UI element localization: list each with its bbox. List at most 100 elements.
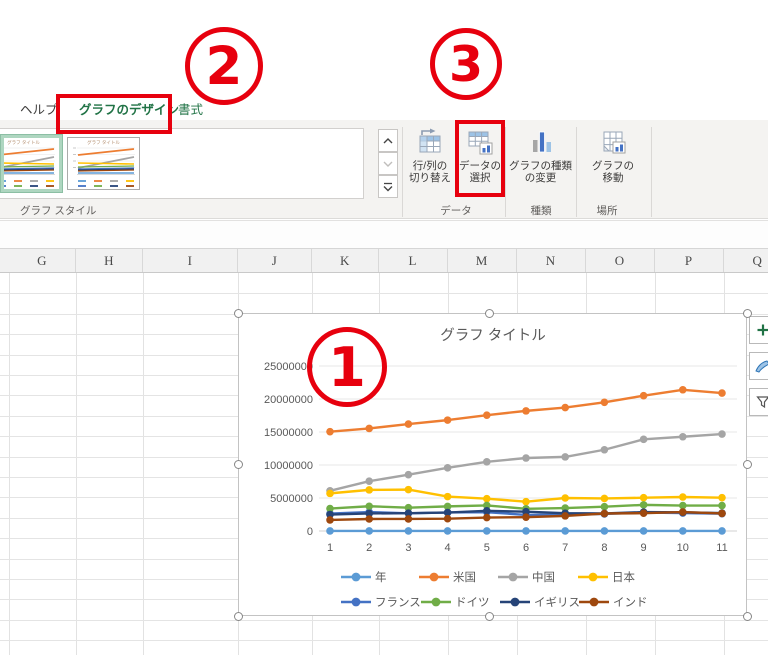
change-chart-type-button[interactable]: グラフの種類 の変更 bbox=[506, 125, 575, 201]
data-point-中国[interactable] bbox=[483, 458, 491, 466]
data-point-インド[interactable] bbox=[483, 514, 491, 522]
data-point-米国[interactable] bbox=[365, 425, 373, 433]
data-point-年[interactable] bbox=[522, 527, 530, 535]
legend-item-インド[interactable]: インド bbox=[579, 597, 648, 609]
chart-selection-handle[interactable] bbox=[234, 612, 243, 621]
data-point-米国[interactable] bbox=[483, 411, 491, 419]
data-point-中国[interactable] bbox=[522, 454, 530, 462]
data-point-インド[interactable] bbox=[640, 509, 648, 517]
data-point-米国[interactable] bbox=[326, 428, 334, 436]
data-point-中国[interactable] bbox=[365, 477, 373, 485]
data-point-年[interactable] bbox=[561, 527, 569, 535]
data-point-日本[interactable] bbox=[405, 486, 413, 494]
data-point-インド[interactable] bbox=[718, 510, 726, 518]
data-point-中国[interactable] bbox=[601, 446, 609, 454]
gallery-more-button[interactable] bbox=[378, 175, 398, 198]
data-point-年[interactable] bbox=[640, 527, 648, 535]
tab-help[interactable]: ヘルプ bbox=[20, 99, 58, 118]
data-point-インド[interactable] bbox=[601, 510, 609, 518]
data-point-インド[interactable] bbox=[522, 513, 530, 521]
tab-format[interactable]: 書式 bbox=[178, 99, 203, 118]
data-point-インド[interactable] bbox=[365, 515, 373, 523]
column-header-O[interactable]: O bbox=[586, 249, 655, 272]
chart-filters-button[interactable] bbox=[749, 388, 768, 416]
data-point-米国[interactable] bbox=[405, 420, 413, 428]
data-point-インド[interactable] bbox=[561, 512, 569, 520]
column-header-P[interactable]: P bbox=[655, 249, 724, 272]
data-point-年[interactable] bbox=[483, 527, 491, 535]
column-header-G[interactable]: G bbox=[9, 249, 76, 272]
chart-elements-button[interactable] bbox=[749, 316, 768, 344]
data-point-イギリス[interactable] bbox=[483, 507, 491, 515]
data-point-日本[interactable] bbox=[365, 486, 373, 494]
data-point-中国[interactable] bbox=[679, 433, 687, 441]
data-point-インド[interactable] bbox=[679, 508, 687, 516]
data-point-インド[interactable] bbox=[405, 515, 413, 523]
switch-row-column-button[interactable]: 行/列の 切り替え bbox=[404, 125, 456, 201]
column-header-L[interactable]: L bbox=[379, 249, 448, 272]
data-point-日本[interactable] bbox=[522, 498, 530, 506]
data-point-日本[interactable] bbox=[561, 494, 569, 502]
data-point-日本[interactable] bbox=[444, 493, 452, 501]
data-point-ドイツ[interactable] bbox=[601, 503, 609, 511]
legend-item-フランス[interactable]: フランス bbox=[341, 597, 421, 609]
column-header-Q[interactable]: Q bbox=[724, 249, 768, 272]
data-point-日本[interactable] bbox=[601, 495, 609, 503]
column-header-K[interactable]: K bbox=[312, 249, 379, 272]
column-header-M[interactable]: M bbox=[448, 249, 517, 272]
data-point-米国[interactable] bbox=[601, 399, 609, 407]
legend-item-日本[interactable]: 日本 bbox=[578, 570, 635, 584]
data-point-中国[interactable] bbox=[561, 453, 569, 461]
series-line-中国[interactable] bbox=[330, 434, 722, 491]
chart-selection-handle[interactable] bbox=[485, 612, 494, 621]
column-header-I[interactable]: I bbox=[143, 249, 238, 272]
data-point-中国[interactable] bbox=[640, 436, 648, 444]
data-point-年[interactable] bbox=[601, 527, 609, 535]
data-point-ドイツ[interactable] bbox=[679, 502, 687, 510]
chart-selection-handle[interactable] bbox=[743, 460, 752, 469]
column-header-J[interactable]: J bbox=[238, 249, 312, 272]
data-point-米国[interactable] bbox=[444, 416, 452, 424]
data-point-米国[interactable] bbox=[640, 392, 648, 400]
data-point-ドイツ[interactable] bbox=[718, 502, 726, 510]
data-point-中国[interactable] bbox=[444, 464, 452, 472]
data-point-インド[interactable] bbox=[326, 516, 334, 524]
chart-style-thumbnail-selected[interactable]: グラフ タイトル bbox=[0, 134, 63, 193]
chart-selection-handle[interactable] bbox=[743, 612, 752, 621]
data-point-中国[interactable] bbox=[405, 471, 413, 479]
data-point-米国[interactable] bbox=[522, 407, 530, 415]
data-point-日本[interactable] bbox=[483, 495, 491, 503]
data-point-年[interactable] bbox=[326, 527, 334, 535]
data-point-日本[interactable] bbox=[718, 494, 726, 502]
chart-selection-handle[interactable] bbox=[234, 309, 243, 318]
data-point-米国[interactable] bbox=[718, 389, 726, 397]
legend-item-ドイツ[interactable]: ドイツ bbox=[421, 597, 490, 609]
chart-selection-handle[interactable] bbox=[743, 309, 752, 318]
data-point-中国[interactable] bbox=[718, 430, 726, 438]
data-point-日本[interactable] bbox=[640, 494, 648, 502]
column-header-N[interactable]: N bbox=[517, 249, 586, 272]
data-point-米国[interactable] bbox=[561, 404, 569, 412]
data-point-年[interactable] bbox=[679, 527, 687, 535]
data-point-米国[interactable] bbox=[679, 386, 687, 394]
data-point-年[interactable] bbox=[365, 527, 373, 535]
data-point-年[interactable] bbox=[718, 527, 726, 535]
legend-item-イギリス[interactable]: イギリス bbox=[500, 596, 580, 609]
data-point-日本[interactable] bbox=[679, 493, 687, 501]
data-point-ドイツ[interactable] bbox=[365, 502, 373, 510]
data-point-年[interactable] bbox=[444, 527, 452, 535]
chart-styles-button[interactable] bbox=[749, 352, 768, 380]
move-chart-button[interactable]: グラフの 移動 bbox=[577, 125, 649, 201]
gallery-scroll-down-button[interactable] bbox=[378, 152, 398, 175]
data-point-インド[interactable] bbox=[444, 515, 452, 523]
data-point-年[interactable] bbox=[405, 527, 413, 535]
data-point-ドイツ[interactable] bbox=[640, 501, 648, 509]
chart-title[interactable]: グラフ タイトル bbox=[440, 327, 546, 344]
data-point-日本[interactable] bbox=[326, 490, 334, 498]
legend-item-年[interactable]: 年 bbox=[341, 570, 387, 584]
chart-selection-handle[interactable] bbox=[234, 460, 243, 469]
gallery-scroll-up-button[interactable] bbox=[378, 129, 398, 152]
chart-selection-handle[interactable] bbox=[485, 309, 494, 318]
chart-style-thumbnail-2[interactable]: グラフ タイトル bbox=[67, 137, 140, 190]
column-header-H[interactable]: H bbox=[76, 249, 143, 272]
